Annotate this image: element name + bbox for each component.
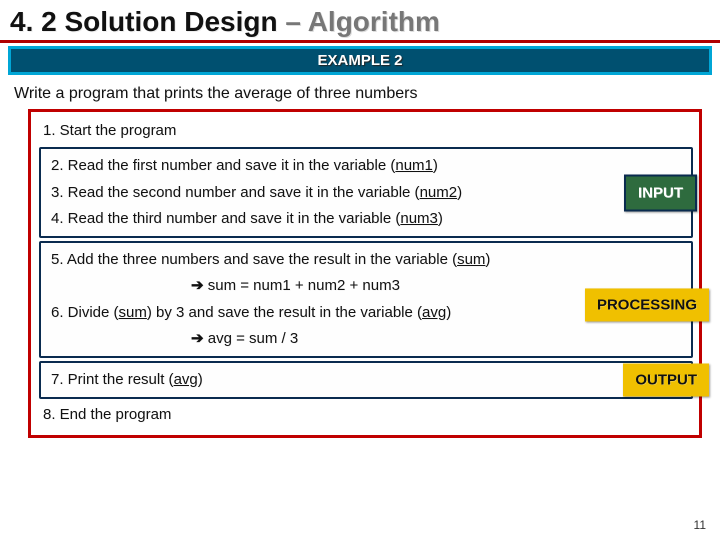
input-box: 2. Read the first number and save it in …	[39, 147, 693, 238]
algorithm-frame: 1. Start the program 2. Read the first n…	[28, 109, 702, 438]
step-2: 2. Read the first number and save it in …	[47, 153, 685, 179]
step-1: 1. Start the program	[39, 118, 693, 144]
step-8: 8. End the program	[39, 402, 693, 428]
example-label: EXAMPLE 2	[11, 49, 709, 72]
arrow-icon: ➔	[191, 277, 204, 294]
output-box: 7. Print the result (avg) OUTPUT	[39, 361, 693, 399]
step-7: 7. Print the result (avg)	[47, 367, 581, 393]
processing-label: PROCESSING	[585, 288, 709, 321]
page-title: 4. 2 Solution Design – Algorithm	[0, 0, 720, 43]
step-4: 4. Read the third number and save it in …	[47, 206, 685, 232]
page-number: 11	[694, 518, 706, 532]
step-6-formula: ➔ avg = sum / 3	[47, 326, 685, 352]
input-label: INPUT	[624, 174, 697, 211]
task-text: Write a program that prints the average …	[0, 81, 720, 109]
title-section: 4. 2 Solution Design	[10, 6, 278, 37]
output-label: OUTPUT	[623, 364, 709, 397]
step-5: 5. Add the three numbers and save the re…	[47, 247, 685, 273]
example-banner: EXAMPLE 2	[8, 46, 712, 75]
title-topic: Algorithm	[308, 6, 440, 37]
arrow-icon: ➔	[191, 330, 204, 347]
step-3: 3. Read the second number and save it in…	[47, 180, 685, 206]
title-sep: –	[278, 6, 308, 37]
processing-box: 5. Add the three numbers and save the re…	[39, 241, 693, 358]
